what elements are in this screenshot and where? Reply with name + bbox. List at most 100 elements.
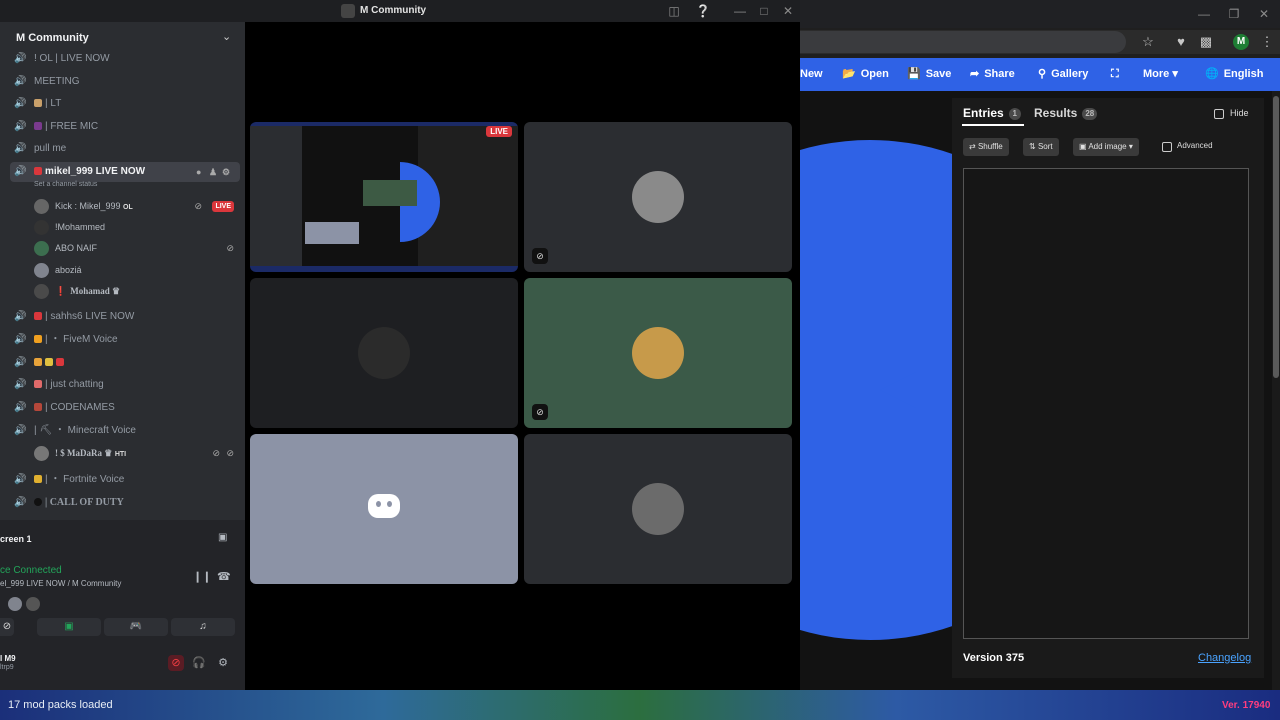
voice-member[interactable]: aboziá	[34, 260, 240, 280]
disconnect-icon[interactable]: ☎	[217, 570, 231, 583]
speaker-icon: 🔊	[14, 474, 27, 485]
hide-label: Hide	[1230, 108, 1249, 118]
invite-icon[interactable]: ♟	[209, 162, 217, 182]
sort-button[interactable]: ⇅ Sort	[1023, 138, 1059, 156]
voice-member[interactable]: Kick : Mikel_999 OL LIVE ⊘	[34, 196, 240, 216]
tab-underline	[962, 124, 1024, 126]
mute-mic-button[interactable]: ⊘	[168, 655, 184, 671]
voice-channel[interactable]: 🔊 | ・ Fortnite Voice	[14, 470, 240, 490]
voice-channel[interactable]: 🔊 | CODENAMES	[14, 398, 240, 418]
voice-channel[interactable]: 🔊! OL | LIVE NOW	[14, 49, 240, 69]
stream-preview-tile	[305, 222, 359, 244]
deafen-button[interactable]: 🎧	[191, 655, 207, 671]
chat-icon[interactable]: ●	[196, 162, 201, 182]
voice-channel[interactable]: 🔊 | ・ FiveM Voice	[14, 330, 240, 350]
voice-channel[interactable]: 🔊 | LT	[14, 94, 240, 114]
inbox-icon[interactable]: ◫	[666, 3, 682, 19]
extensions-puzzle-icon[interactable]: ▩	[1197, 33, 1215, 51]
live-badge: LIVE	[486, 126, 512, 137]
voice-channel[interactable]: 🔊	[14, 353, 240, 373]
close-icon[interactable]: ✕	[1256, 6, 1272, 22]
more-button[interactable]: More ▾	[1143, 58, 1178, 91]
channel-status-hint[interactable]: Set a channel status	[34, 181, 97, 188]
active-voice-channel[interactable]: 🔊 mikel_999 LIVE NOW ● ♟ ⚙	[10, 162, 240, 182]
voice-channel[interactable]: 🔊 | FREE MIC	[14, 117, 240, 137]
gear-icon[interactable]: ⚙	[222, 162, 230, 182]
screen-share-icon: ▣	[64, 621, 74, 632]
voice-channel[interactable]: 🔊 MEETING	[14, 72, 240, 92]
speaker-icon: 🔊	[14, 311, 27, 322]
activity-button[interactable]: 🎮	[104, 618, 168, 636]
black-circle-emoji-icon	[34, 498, 42, 507]
hide-checkbox[interactable]	[1214, 109, 1224, 119]
discord-logo-eye	[376, 501, 381, 507]
screen-share-button[interactable]: ▣	[37, 618, 101, 636]
mod-packs-status: 17 mod packs loaded	[8, 699, 113, 711]
help-icon[interactable]: ❔	[695, 3, 711, 19]
speaker-icon: 🔊	[14, 379, 27, 390]
kebab-menu-icon[interactable]: ⋮	[1258, 33, 1276, 51]
voice-member[interactable]: ❗ Mohamad ♛	[34, 281, 240, 301]
tab-entries[interactable]: Entries 1	[963, 106, 1021, 120]
advanced-checkbox[interactable]	[1162, 142, 1172, 152]
user-name: l M9	[0, 654, 16, 663]
gallery-button[interactable]: ⚲ Gallery	[1038, 58, 1088, 91]
minimize-icon[interactable]: —	[1196, 6, 1212, 22]
voice-member[interactable]: ! $ MaDaRa ♛ HTI ⊘ ⊘	[34, 443, 240, 463]
participant-tile-speaking[interactable]: ⊘	[524, 278, 792, 428]
extension-heart-icon[interactable]: ♥	[1172, 33, 1190, 51]
star-icon[interactable]: ☆	[1139, 33, 1157, 51]
voice-channel-path[interactable]: el_999 LIVE NOW / M Community	[0, 579, 121, 588]
new-button[interactable]: New	[800, 58, 823, 91]
sort-icon: ⇅	[1029, 142, 1036, 151]
avatar	[34, 220, 49, 236]
participant-tile[interactable]	[524, 434, 792, 584]
minimize-icon[interactable]: —	[732, 3, 748, 19]
tab-results[interactable]: Results 28	[1034, 106, 1098, 120]
voice-member[interactable]: ABO NAIF ⊘	[34, 238, 240, 258]
muted-mic-icon: ⊘	[532, 404, 548, 420]
avatar	[34, 446, 49, 462]
mic-off-icon: ⊘	[171, 657, 181, 669]
shuffle-icon: ⇄	[969, 142, 976, 151]
changelog-link[interactable]: Changelog	[1198, 652, 1251, 664]
voice-channel[interactable]: 🔊 | just chatting	[14, 375, 240, 395]
discord-window: M Community ◫ ❔ — □ ✕ M Community ⌄ 🔊! O…	[0, 0, 800, 690]
entries-textarea[interactable]	[963, 168, 1249, 639]
avatar	[632, 327, 684, 379]
participant-tile[interactable]	[250, 278, 518, 428]
language-button[interactable]: 🌐 English	[1205, 58, 1263, 91]
maximize-icon[interactable]: □	[756, 3, 772, 19]
advanced-label: Advanced	[1177, 141, 1213, 150]
noise-suppression-icon[interactable]: ❙❙	[193, 570, 211, 583]
page-scrollbar-thumb[interactable]	[1273, 96, 1279, 378]
popout-icon[interactable]: ▣	[218, 532, 227, 543]
voice-channel[interactable]: 🔊 | sahhs6 LIVE NOW	[14, 307, 240, 327]
participant-tile[interactable]: ⊘	[524, 122, 792, 272]
maximize-icon[interactable]: ❐	[1226, 6, 1242, 22]
open-button[interactable]: 📂 Open	[842, 58, 889, 91]
stream-tile[interactable]: LIVE	[250, 122, 518, 272]
voice-channel[interactable]: 🔊 | ⛏ ・ Minecraft Voice	[14, 421, 240, 441]
close-icon[interactable]: ✕	[780, 3, 796, 19]
user-settings-button[interactable]: ⚙	[215, 655, 231, 671]
search-icon: ⚲	[1038, 68, 1047, 80]
shuffle-button[interactable]: ⇄ Shuffle	[963, 138, 1009, 156]
speaker-icon: 🔊	[14, 121, 27, 132]
camera-button[interactable]: ⊘	[0, 618, 14, 636]
voice-connected-status[interactable]: ce Connected	[0, 565, 62, 576]
soundboard-button[interactable]: ♫	[171, 618, 235, 636]
discord-logo-icon	[368, 494, 400, 518]
profile-avatar[interactable]: M	[1233, 34, 1249, 50]
participant-tile[interactable]	[250, 434, 518, 584]
save-button[interactable]: 💾 Save	[907, 58, 951, 91]
add-image-button[interactable]: ▣ Add image ▾	[1073, 138, 1139, 156]
fullscreen-button[interactable]: ⛶	[1111, 58, 1119, 91]
speaker-icon: 🔊	[14, 357, 27, 368]
voice-channel[interactable]: 🔊 pull me	[14, 139, 240, 159]
share-button[interactable]: ➦ Share	[970, 58, 1015, 91]
voice-channel[interactable]: 🔊 | CALL OF DUTY	[14, 493, 240, 513]
speaker-icon: 🔊	[14, 166, 27, 177]
address-field[interactable]	[800, 31, 1126, 53]
voice-member[interactable]: !Mohammed	[34, 217, 240, 237]
